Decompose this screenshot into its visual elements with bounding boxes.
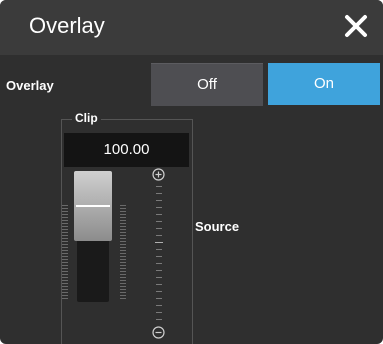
fader-handle-line [76, 205, 110, 207]
overlay-dialog: Overlay Overlay Off On Clip 100.00 Sourc… [0, 0, 383, 344]
scale-tick [156, 291, 162, 292]
scale-tick [156, 214, 162, 215]
scale-tick [156, 221, 162, 222]
scale-tick [156, 256, 162, 257]
scale-tick [156, 263, 162, 264]
scale-tick [156, 200, 162, 201]
level-meter-right [120, 205, 126, 301]
scale-tick [156, 186, 162, 187]
clip-value-display[interactable]: 100.00 [64, 133, 189, 167]
scale-tick [156, 305, 162, 306]
dialog-titlebar: Overlay [0, 0, 383, 55]
scale-tick [156, 277, 162, 278]
minus-circle-icon[interactable] [152, 326, 165, 339]
scale-tick [156, 298, 162, 299]
scale-tick [156, 235, 162, 236]
level-meter-left [62, 205, 68, 301]
scale-tick [156, 249, 162, 250]
plus-circle-icon[interactable] [152, 168, 165, 181]
scale-tick [156, 319, 162, 320]
scale-tick [156, 312, 162, 313]
overlay-on-button[interactable]: On [268, 63, 380, 105]
source-label: Source [195, 219, 240, 234]
scale-tick [156, 207, 162, 208]
scale-tick [156, 284, 162, 285]
close-icon[interactable] [341, 11, 371, 41]
overlay-row-label: Overlay [6, 78, 54, 93]
clip-label: Clip [72, 111, 101, 125]
scale-tick [156, 228, 162, 229]
overlay-off-button[interactable]: Off [151, 63, 263, 106]
fader-scale [154, 186, 164, 320]
scale-tick [156, 270, 162, 271]
clip-fader-handle[interactable] [74, 171, 112, 241]
scale-tick [156, 193, 162, 194]
scale-tick [155, 242, 163, 243]
dialog-title: Overlay [29, 13, 105, 38]
